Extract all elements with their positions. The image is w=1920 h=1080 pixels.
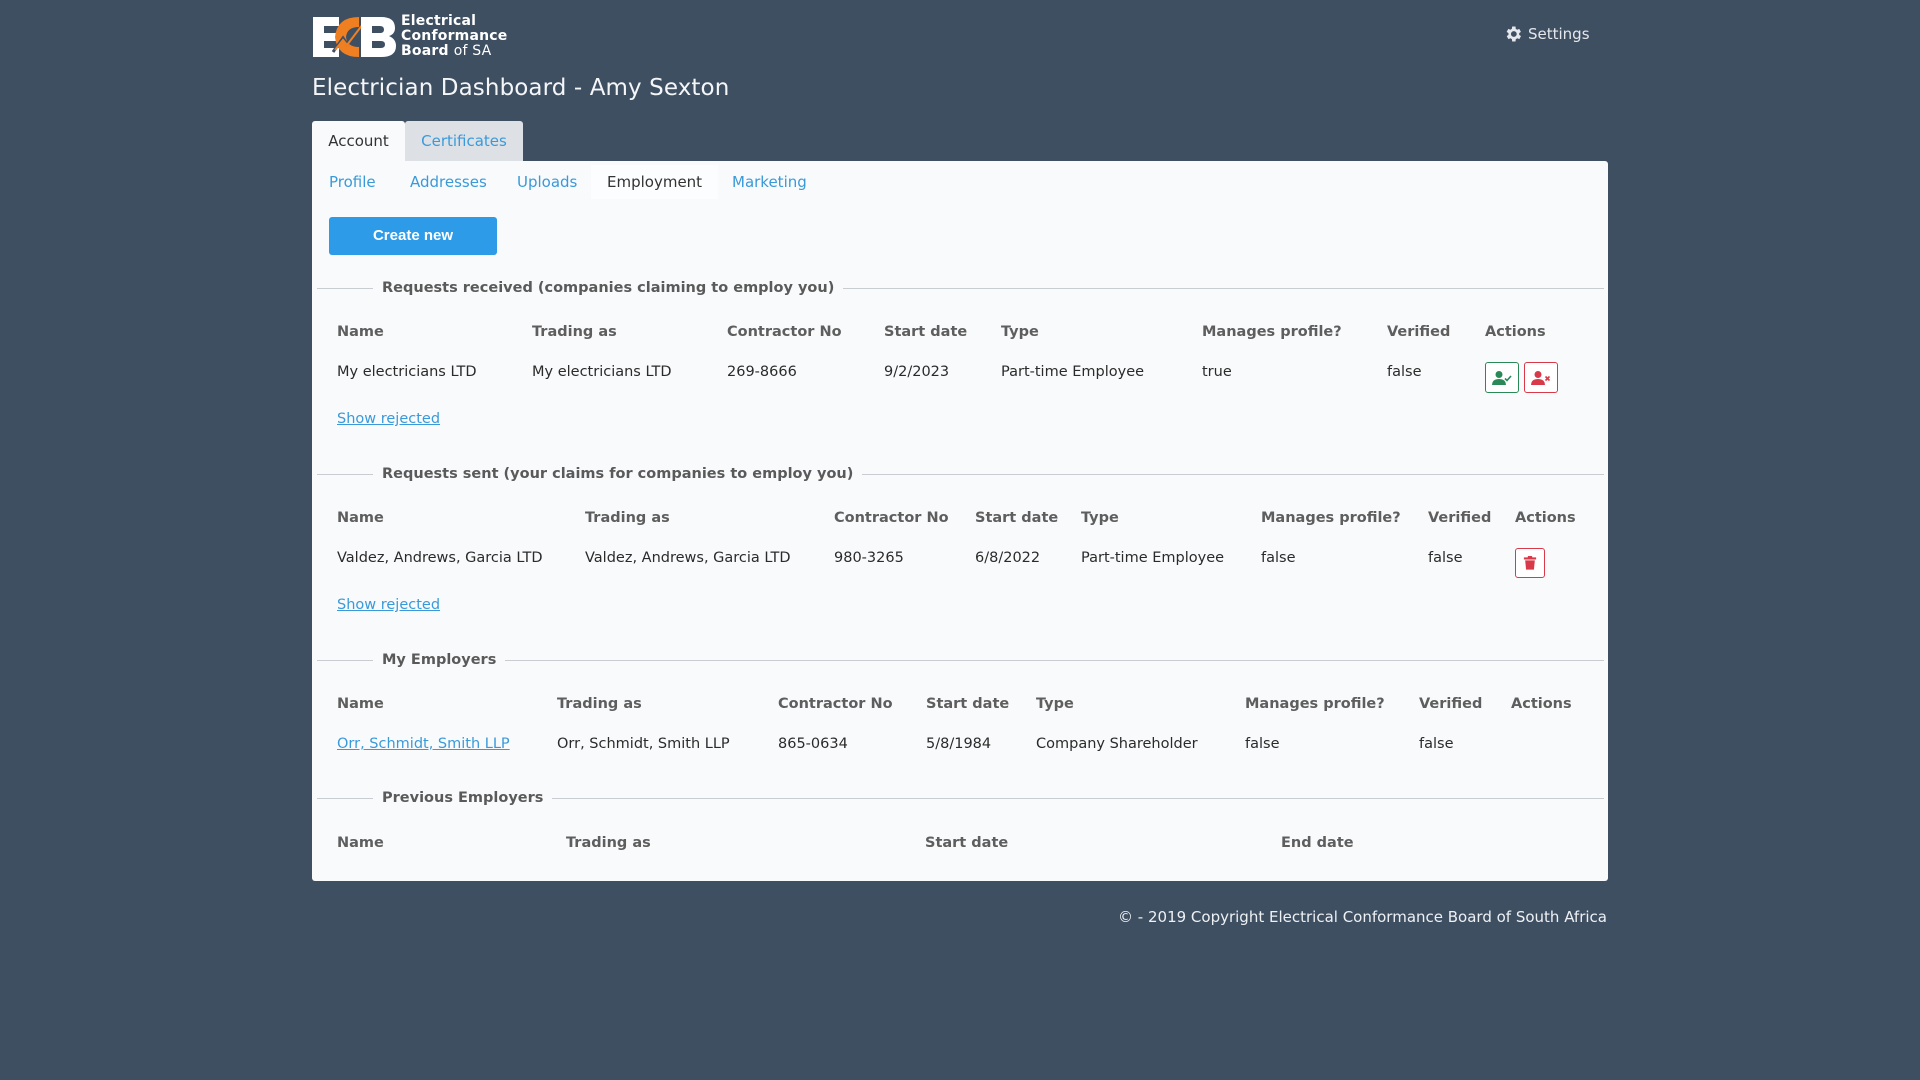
cell-contractor-no: 269-8666 xyxy=(727,364,797,380)
ecb-logo[interactable] xyxy=(313,14,397,60)
cell-contractor-no: 980-3265 xyxy=(834,550,904,566)
cell-type: Part-time Employee xyxy=(1081,550,1225,566)
column-header: Manages profile? xyxy=(1202,324,1342,340)
column-header: Type xyxy=(1001,324,1039,340)
cell-contractor-no: 865-0634 xyxy=(778,736,848,752)
settings-link[interactable]: Settings xyxy=(1503,24,1590,44)
section-title-requests-received: Requests received (companies claiming to… xyxy=(373,278,844,298)
show-rejected-sent-link[interactable]: Show rejected xyxy=(337,597,440,613)
cell-start-date: 5/8/1984 xyxy=(926,736,992,752)
column-header: Manages profile? xyxy=(1261,510,1401,526)
settings-label: Settings xyxy=(1528,25,1590,43)
column-header: Name xyxy=(337,510,384,526)
cell-verified: false xyxy=(1428,550,1463,566)
cell-start-date: 6/8/2022 xyxy=(975,550,1041,566)
gear-icon xyxy=(1506,26,1521,42)
reject-request-button[interactable] xyxy=(1524,362,1558,393)
column-header: Trading as xyxy=(557,696,642,712)
cell-trading-as: Orr, Schmidt, Smith LLP xyxy=(557,736,730,752)
column-header: Name xyxy=(337,324,384,340)
subtab-marketing[interactable]: Marketing xyxy=(716,165,823,199)
column-header: Actions xyxy=(1515,510,1576,526)
column-header: Contractor No xyxy=(727,324,842,340)
section-title-requests-sent: Requests sent (your claims for companies… xyxy=(373,464,863,484)
column-header: Type xyxy=(1036,696,1074,712)
ecb-logo-mark xyxy=(313,17,396,57)
cell-start-date: 9/2/2023 xyxy=(884,364,950,380)
logo-line-3-light: of SA xyxy=(453,43,492,59)
tab-certificates[interactable]: Certificates xyxy=(405,121,523,162)
tab-account[interactable]: Account xyxy=(312,121,405,162)
column-header: Actions xyxy=(1485,324,1546,340)
column-header: Verified xyxy=(1419,696,1483,712)
column-header: Contractor No xyxy=(778,696,893,712)
column-header: Trading as xyxy=(566,835,651,851)
cell-manages-profile: false xyxy=(1261,550,1296,566)
cell-verified: false xyxy=(1387,364,1422,380)
column-header: Trading as xyxy=(532,324,617,340)
column-header: Start date xyxy=(884,324,968,340)
section-divider xyxy=(317,660,1604,661)
logo-text: Electrical Conformance Board of SA xyxy=(401,14,507,59)
cell-type: Part-time Employee xyxy=(1001,364,1145,380)
create-new-button[interactable]: Create new xyxy=(329,217,497,255)
section-title-my-employers: My Employers xyxy=(373,650,506,670)
page-title: Electrician Dashboard - Amy Sexton xyxy=(312,75,730,101)
cell-trading-as: My electricians LTD xyxy=(532,364,672,380)
logo-line-2: Conformance xyxy=(401,28,508,44)
cell-name: Valdez, Andrews, Garcia LTD xyxy=(337,550,543,566)
trash-icon xyxy=(1523,556,1537,570)
cell-type: Company Shareholder xyxy=(1036,736,1198,752)
delete-request-button[interactable] xyxy=(1515,548,1545,578)
column-header: Actions xyxy=(1511,696,1572,712)
subtab-employment[interactable]: Employment xyxy=(591,165,719,199)
column-header: Contractor No xyxy=(834,510,949,526)
content-panel xyxy=(312,161,1608,881)
employer-name-link[interactable]: Orr, Schmidt, Smith LLP xyxy=(337,736,510,752)
logo-line-1: Electrical xyxy=(401,13,477,29)
show-rejected-received-link[interactable]: Show rejected xyxy=(337,411,440,427)
subtab-addresses[interactable]: Addresses xyxy=(394,165,503,199)
column-header: Start date xyxy=(926,696,1010,712)
column-header: Manages profile? xyxy=(1245,696,1385,712)
column-header: Name xyxy=(337,696,384,712)
accept-request-button[interactable] xyxy=(1485,362,1519,393)
column-header: End date xyxy=(1281,835,1354,851)
cell-manages-profile: true xyxy=(1202,364,1232,380)
cell-manages-profile: false xyxy=(1245,736,1280,752)
column-header: Trading as xyxy=(585,510,670,526)
cell-name: My electricians LTD xyxy=(337,364,477,380)
subtab-profile[interactable]: Profile xyxy=(313,165,392,199)
accept-user-icon xyxy=(1492,370,1512,385)
section-title-previous-employers: Previous Employers xyxy=(373,788,553,808)
column-header: Start date xyxy=(925,835,1009,851)
column-header: Verified xyxy=(1387,324,1451,340)
reject-user-icon xyxy=(1531,370,1551,385)
subtab-uploads[interactable]: Uploads xyxy=(501,165,593,199)
cell-verified: false xyxy=(1419,736,1454,752)
column-header: Start date xyxy=(975,510,1059,526)
cell-trading-as: Valdez, Andrews, Garcia LTD xyxy=(585,550,791,566)
column-header: Verified xyxy=(1428,510,1492,526)
column-header: Name xyxy=(337,835,384,851)
logo-line-3-bold: Board xyxy=(401,43,449,59)
column-header: Type xyxy=(1081,510,1119,526)
footer-copyright: © - 2019 Copyright Electrical Conformanc… xyxy=(1118,908,1607,926)
